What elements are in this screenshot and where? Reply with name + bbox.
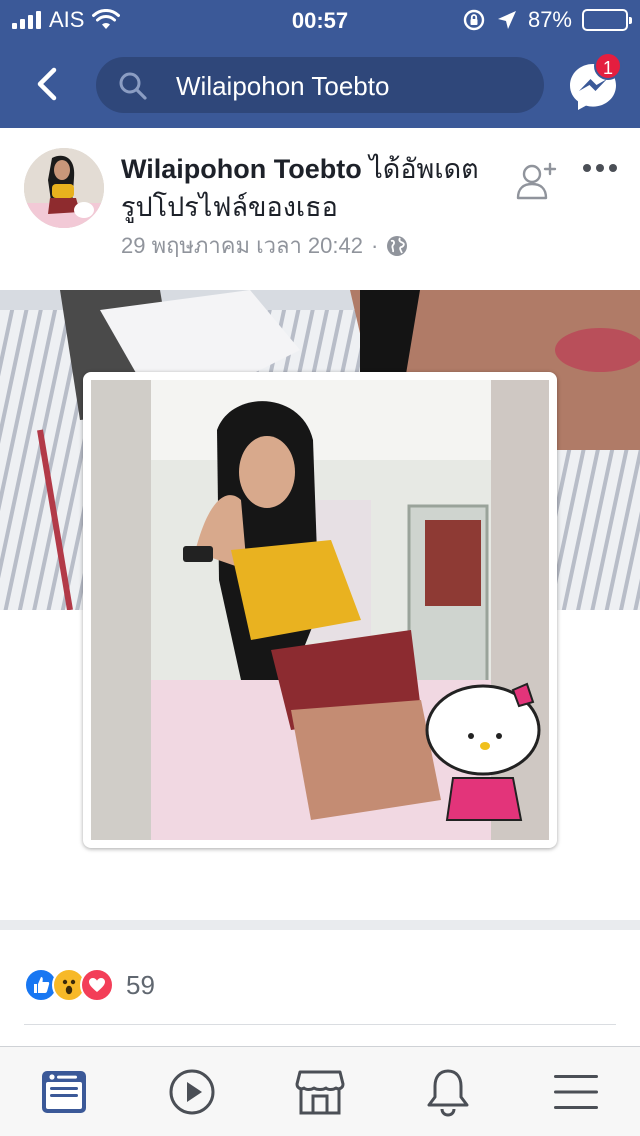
search-bar[interactable]: Wilaipohon Toebto: [96, 57, 544, 113]
marketplace-icon: [295, 1070, 345, 1114]
post-meta: 29 พฤษภาคม เวลา 20:42 ·: [121, 228, 408, 263]
battery-icon: [582, 9, 632, 31]
more-dot-icon: [609, 164, 617, 172]
news-feed-icon: [42, 1070, 86, 1113]
status-right: 87%: [462, 7, 632, 33]
location-arrow-icon: [497, 11, 516, 29]
play-icon: [169, 1069, 215, 1114]
meta-separator: ·: [370, 232, 379, 258]
messenger-badge: 1: [594, 52, 622, 80]
post-headline: Wilaipohon Toebto ได้อัพเดตรูปโปรไฟล์ของ…: [121, 150, 501, 226]
reaction-count: 59: [126, 969, 155, 1000]
tab-news-feed[interactable]: [0, 1047, 128, 1136]
author-name[interactable]: Wilaipohon Toebto: [121, 154, 362, 184]
section-divider: [0, 920, 640, 930]
avatar-photo: [24, 148, 104, 228]
tab-watch[interactable]: [128, 1047, 256, 1136]
reactions-divider: [24, 1024, 616, 1025]
tab-marketplace[interactable]: [256, 1047, 384, 1136]
battery-percent: 87%: [527, 7, 572, 32]
bottom-tab-bar: [0, 1046, 640, 1136]
more-options-button[interactable]: [580, 156, 620, 180]
bell-icon: [427, 1069, 469, 1117]
avatar[interactable]: [24, 148, 104, 228]
add-friend-icon: [516, 162, 557, 200]
profile-photo: [91, 380, 549, 840]
profile-image: [91, 380, 549, 840]
add-friend-button[interactable]: [514, 160, 558, 204]
tab-menu[interactable]: [512, 1047, 640, 1136]
top-navigation-bar: AIS 00:57 87% Wilaipohon Toebto 1: [0, 0, 640, 128]
status-bar: AIS 00:57 87%: [0, 0, 640, 40]
search-icon: [119, 72, 147, 100]
reactions-summary[interactable]: 59: [24, 968, 155, 1002]
post-timestamp[interactable]: 29 พฤษภาคม เวลา 20:42: [121, 228, 363, 263]
love-reaction-icon: [80, 968, 114, 1002]
more-dot-icon: [596, 164, 604, 172]
rotation-lock-icon: [463, 9, 485, 31]
back-button[interactable]: [28, 64, 68, 104]
menu-icon: [554, 1074, 598, 1109]
tab-notifications[interactable]: [384, 1047, 512, 1136]
search-query[interactable]: Wilaipohon Toebto: [176, 71, 389, 102]
profile-photo-frame[interactable]: [83, 372, 557, 848]
more-dot-icon: [583, 164, 591, 172]
globe-icon: [387, 235, 408, 256]
chevron-left-icon: [37, 67, 57, 101]
post-card: Wilaipohon Toebto ได้อัพเดตรูปโปรไฟล์ของ…: [0, 128, 640, 920]
